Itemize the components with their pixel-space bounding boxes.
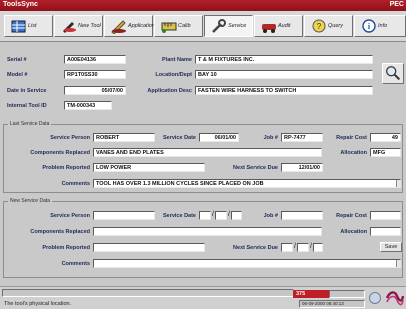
svg-text:?: ? (317, 22, 322, 31)
last-allocation-label: Allocation (340, 150, 367, 156)
query-icon: ? (312, 19, 326, 33)
title-bar: ToolsSync PEC (0, 0, 406, 11)
internal-tool-id-label: Internal Tool ID (7, 103, 47, 109)
last-allocation-field[interactable]: MFG (370, 148, 401, 157)
location-dept-field[interactable]: BAY 10 (195, 70, 373, 79)
connection-icon (369, 292, 381, 304)
location-dept-label: Location/Dept (155, 72, 192, 78)
last-problem-label: Problem Reported (42, 165, 90, 171)
last-service-date-label: Service Date (162, 135, 196, 141)
pencil-icon (111, 20, 126, 34)
last-repair-cost-label: Repair Cost (336, 135, 367, 141)
new-repair-cost-field[interactable] (370, 211, 401, 220)
date-separator: / (228, 211, 230, 218)
date-separator: / (310, 243, 312, 250)
new-job-label: Job # (263, 213, 278, 219)
tool-lookup-button[interactable] (382, 63, 404, 84)
last-comments-field[interactable]: TOOL HAS OVER 1.3 MILLION CYCLES SINCE P… (93, 179, 401, 188)
toolbar-calib-button[interactable]: Calib (154, 15, 203, 37)
serial-label: Serial # (7, 57, 27, 63)
new-allocation-label: Allocation (340, 229, 367, 235)
last-problem-field[interactable]: LOW POWER (93, 163, 205, 172)
new-problem-field[interactable] (93, 243, 205, 252)
new-comments-label: Comments (61, 261, 90, 267)
plant-name-field[interactable]: T & M FIXTURES INC. (195, 55, 373, 64)
new-service-date-year[interactable] (231, 211, 242, 220)
toolbar-service-button[interactable]: Service (204, 15, 253, 37)
save-button[interactable]: Save (380, 242, 402, 252)
date-in-service-field[interactable]: 05/07/00 (64, 86, 126, 95)
status-bar: The tool's physical location. 375 06-09-… (0, 286, 406, 309)
brand-swirl-icon (385, 291, 404, 306)
toolbar-list-button[interactable]: List (4, 15, 53, 37)
last-job-field[interactable]: RP-7477 (281, 133, 323, 142)
new-repair-cost-label: Repair Cost (336, 213, 367, 219)
application-desc-label: Application Desc (147, 88, 192, 94)
info-icon: i (362, 19, 376, 33)
last-job-label: Job # (263, 135, 278, 141)
ruler-icon (161, 22, 177, 33)
toolbar-audit-button[interactable]: Audit (254, 15, 303, 37)
car-icon (262, 24, 276, 33)
status-clock: 06-09-2000 08:40:13 (299, 300, 365, 308)
pen-icon (63, 22, 76, 33)
last-comments-label: Comments (61, 181, 90, 187)
window-title: ToolsSync (3, 1, 38, 8)
new-problem-label: Problem Reported (42, 245, 90, 251)
new-next-due-day[interactable] (297, 243, 309, 252)
magnifier-icon (386, 66, 401, 81)
last-components-field[interactable]: VANES AND END PLATES (93, 148, 322, 157)
status-hint: The tool's physical location. (4, 301, 72, 307)
status-flag: 375 (293, 290, 329, 298)
new-next-due-year[interactable] (313, 243, 323, 252)
last-repair-cost-field[interactable]: 49 (370, 133, 401, 142)
last-next-service-due-field[interactable]: 12/01/00 (281, 163, 323, 172)
new-next-due-month[interactable] (281, 243, 293, 252)
status-indicator-box (329, 290, 365, 298)
last-comments-scrollbar[interactable] (396, 180, 401, 187)
internal-tool-id-field[interactable]: TM-000343 (64, 101, 112, 110)
main-toolbar: List New Tool Application Calib Service … (0, 11, 406, 42)
new-service-date-label: Service Date (162, 213, 196, 219)
last-next-service-due-label: Next Service Due (233, 165, 278, 171)
toolbar-new-tool-button[interactable]: New Tool (54, 15, 103, 37)
new-allocation-field[interactable] (370, 227, 401, 236)
new-service-title: New Service Data (8, 198, 53, 204)
plant-name-label: Plant Name (162, 57, 192, 63)
toolbar-query-button[interactable]: ? Query (304, 15, 353, 37)
new-components-field[interactable] (93, 227, 322, 236)
application-desc-field[interactable]: FASTEN WIRE HARNESS TO SWITCH (195, 86, 373, 95)
last-service-person-label: Service Person (50, 135, 90, 141)
last-service-title: Last Service Data (8, 121, 52, 127)
wrench-icon (212, 19, 226, 33)
date-separator: / (212, 211, 214, 218)
brand-logo: PEC (389, 1, 404, 8)
model-field[interactable]: RP1T0SS30 (64, 70, 126, 79)
status-message-box (2, 289, 294, 297)
new-service-date-month[interactable] (199, 211, 211, 220)
last-components-label: Components Replaced (30, 150, 90, 156)
new-comments-scrollbar[interactable] (396, 260, 401, 267)
new-components-label: Components Replaced (30, 229, 90, 235)
model-label: Model # (7, 72, 28, 78)
new-comments-field[interactable] (93, 259, 401, 268)
new-job-field[interactable] (281, 211, 323, 220)
date-separator: / (294, 243, 296, 250)
new-service-person-label: Service Person (50, 213, 90, 219)
new-service-date-day[interactable] (215, 211, 227, 220)
date-in-service-label: Date in Service (7, 88, 47, 94)
serial-field[interactable]: A00E04136 (64, 55, 126, 64)
last-service-date-field[interactable]: 06/01/00 (199, 133, 239, 142)
new-next-service-due-label: Next Service Due (233, 245, 278, 251)
grid-icon (11, 20, 26, 33)
toolbar-info-button[interactable]: i Info (354, 15, 406, 37)
toolbar-application-button[interactable]: Application (104, 15, 155, 37)
